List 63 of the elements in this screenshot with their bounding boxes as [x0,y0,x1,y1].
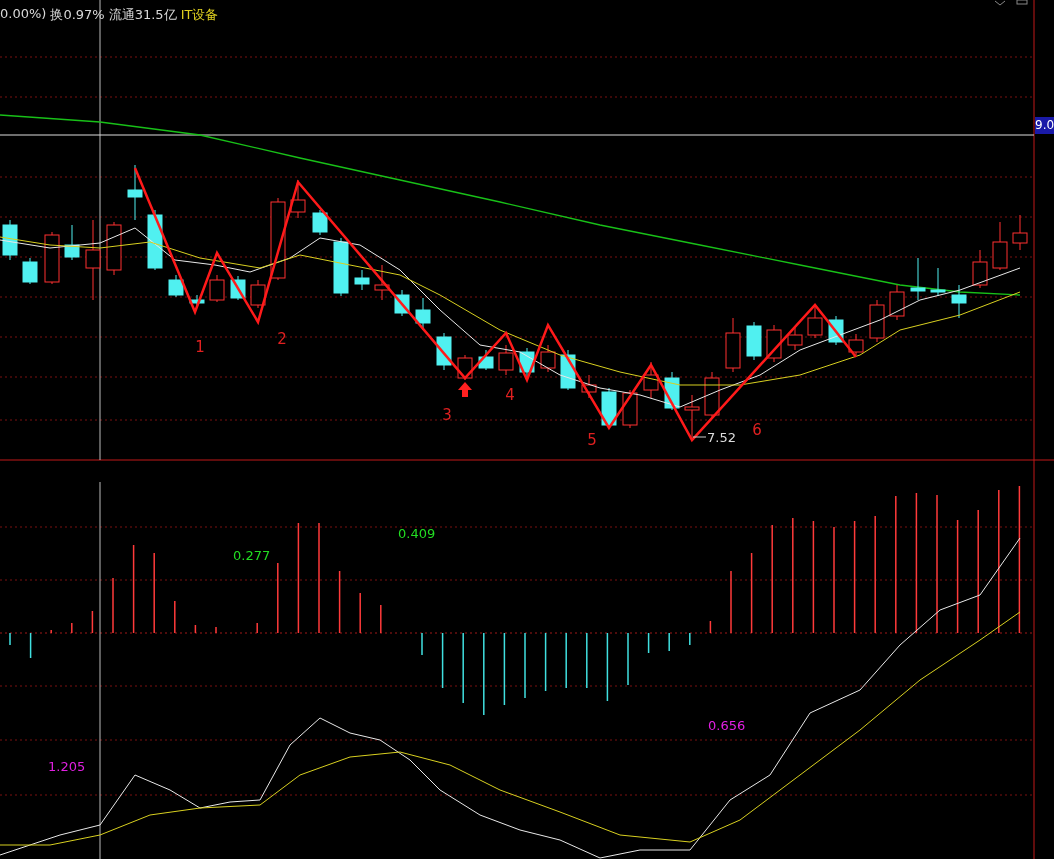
candlestick [22,257,38,285]
candlestick [889,284,905,321]
wave-label: 3 [442,406,452,424]
candlestick [869,299,885,343]
wave-label: 5 [587,431,597,449]
float-cap: 流通31.5亿 [108,6,177,24]
candlestick [64,224,80,261]
candlestick [622,389,638,429]
candlestick [766,324,782,363]
indicator-value: 0.656 [708,718,746,733]
candlestick [581,374,597,399]
candlestick [333,237,349,297]
candlestick [312,209,328,236]
candlestick [951,284,967,319]
candlestick [848,333,864,356]
window-icon [1016,0,1028,5]
candlestick [394,289,410,317]
candlestick [168,274,184,298]
change-percent: 0.00%) [0,6,47,23]
candlestick [540,344,556,373]
leader-line [692,436,707,438]
low-price-label: 7.52 [707,430,736,445]
candlestick [930,267,946,297]
candlestick [230,275,246,301]
indicator-value: 1.205 [48,759,86,774]
candlestick [147,209,163,271]
candlestick [643,361,659,399]
candlestick [250,279,266,309]
wave-label: 6 [752,421,762,439]
indicator-value: 0.409 [398,526,436,541]
candlestick [992,221,1008,271]
candlestick [354,269,370,291]
candlestick [436,332,452,371]
candlestick [601,387,617,429]
candlestick [1012,214,1028,251]
candlestick [2,219,18,261]
candlestick [127,164,143,221]
candlestick [725,317,741,373]
candlestick [498,344,514,376]
turnover-rate: 换0.97% [50,6,105,24]
candlestick [44,231,60,285]
candlestick [290,179,306,219]
candlestick [519,347,535,379]
candlestick [828,315,844,346]
wave-label: 4 [505,386,515,404]
candlestick [807,304,823,339]
candlestick [910,257,926,301]
candlestick [787,327,803,351]
candlestick [746,321,762,361]
sector-label: IT设备 [180,6,219,24]
candlestick [972,249,988,289]
indicator-value: 0.277 [233,548,271,563]
candlestick [189,294,205,307]
candlestick [374,264,390,301]
up-arrow-icon [458,382,472,397]
candlestick [684,394,700,441]
wave-label: 2 [277,330,287,348]
wave-label: 1 [195,338,205,356]
price-axis-label: 9.0 [1035,117,1054,134]
candlestick [209,274,225,303]
candlestick [478,349,494,371]
candlestick [106,221,122,276]
chevron-icon [994,0,1006,6]
